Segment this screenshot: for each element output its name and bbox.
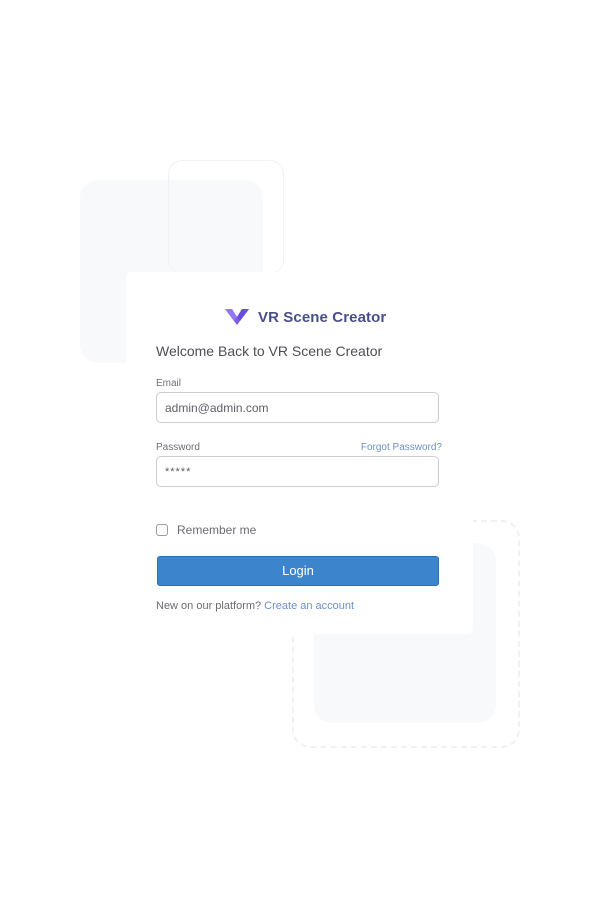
email-field[interactable]	[156, 392, 439, 423]
login-page: VR Scene Creator Welcome Back to VR Scen…	[0, 0, 603, 904]
brand-v-logo-icon	[225, 309, 249, 325]
password-field[interactable]	[156, 456, 439, 487]
password-label: Password	[156, 442, 200, 453]
brand-name: VR Scene Creator	[258, 308, 387, 326]
create-account-link[interactable]: Create an account	[264, 600, 354, 612]
login-button[interactable]: Login	[157, 556, 439, 586]
remember-me-row: Remember me	[156, 523, 256, 537]
login-card: VR Scene Creator Welcome Back to VR Scen…	[126, 272, 473, 634]
email-label: Email	[156, 378, 182, 389]
brand: VR Scene Creator	[224, 308, 386, 326]
decorative-outline-top-left	[168, 160, 284, 274]
remember-me-checkbox[interactable]	[156, 524, 168, 536]
signup-prompt: New on our platform?	[156, 600, 262, 612]
signup-row: New on our platform? Create an account	[156, 600, 354, 612]
remember-me-label[interactable]: Remember me	[177, 523, 256, 537]
welcome-heading: Welcome Back to VR Scene Creator	[156, 343, 383, 359]
forgot-password-link[interactable]: Forgot Password?	[361, 442, 442, 453]
